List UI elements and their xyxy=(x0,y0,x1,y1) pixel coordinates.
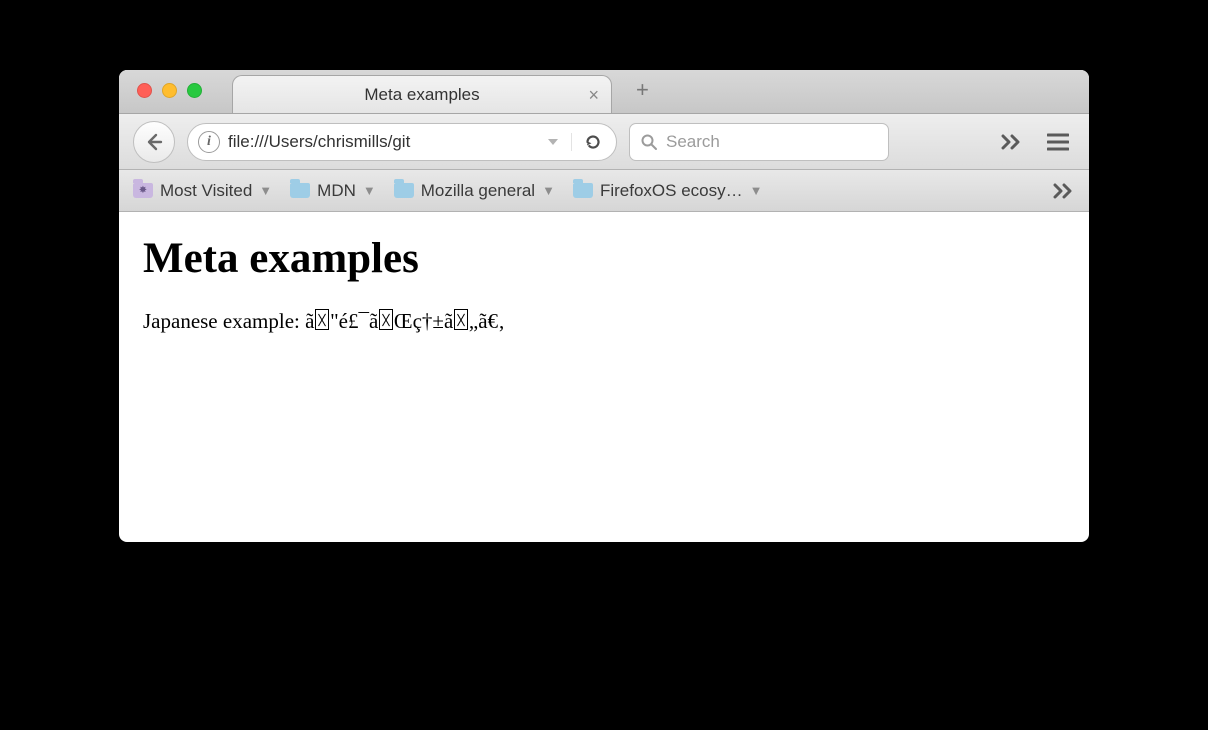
window-zoom-button[interactable] xyxy=(187,83,202,98)
body-prefix: Japanese example: xyxy=(143,309,305,333)
tab-title: Meta examples xyxy=(364,85,479,105)
chevron-down-icon: ▼ xyxy=(542,183,555,198)
tab-bar: Meta examples × + xyxy=(119,70,1089,114)
folder-icon xyxy=(290,183,310,198)
window-minimize-button[interactable] xyxy=(162,83,177,98)
back-button[interactable] xyxy=(133,121,175,163)
tofu-glyph xyxy=(454,309,468,330)
chevron-down-icon: ▼ xyxy=(750,183,763,198)
bookmark-label: MDN xyxy=(317,181,356,201)
search-icon xyxy=(640,133,658,151)
bookmark-firefoxos-ecosy[interactable]: FirefoxOS ecosy… ▼ xyxy=(573,181,763,201)
bookmarks-overflow-button[interactable] xyxy=(1053,183,1075,199)
tofu-glyph xyxy=(379,309,393,330)
tab-close-button[interactable]: × xyxy=(588,86,599,104)
chevrons-right-icon xyxy=(1053,183,1075,199)
window-controls xyxy=(137,83,202,98)
search-placeholder: Search xyxy=(666,132,720,152)
folder-icon xyxy=(394,183,414,198)
url-text: file:///Users/chrismills/git xyxy=(228,132,535,152)
chevrons-right-icon xyxy=(1001,134,1023,150)
bookmark-mdn[interactable]: MDN ▼ xyxy=(290,181,376,201)
bookmark-mozilla-general[interactable]: Mozilla general ▼ xyxy=(394,181,555,201)
address-bar[interactable]: i file:///Users/chrismills/git xyxy=(187,123,617,161)
bookmark-label: Most Visited xyxy=(160,181,252,201)
chevron-down-icon: ▼ xyxy=(259,183,272,198)
chevron-down-icon xyxy=(547,136,559,148)
page-heading: Meta examples xyxy=(143,234,1065,283)
bookmarks-bar: ✸ Most Visited ▼ MDN ▼ Mozilla general ▼… xyxy=(119,170,1089,212)
hamburger-icon xyxy=(1047,133,1069,151)
menu-button[interactable] xyxy=(1041,133,1075,151)
page-paragraph: Japanese example: ã"é£¯ãŒç†±ã„ã€‚ xyxy=(143,309,1065,334)
search-bar[interactable]: Search xyxy=(629,123,889,161)
folder-icon xyxy=(573,183,593,198)
gear-icon: ✸ xyxy=(133,183,153,198)
browser-window: Meta examples × + i file:///Users/chrism… xyxy=(119,70,1089,542)
window-close-button[interactable] xyxy=(137,83,152,98)
toolbar-overflow-button[interactable] xyxy=(995,134,1029,150)
page-content: Meta examples Japanese example: ã"é£¯ãŒç… xyxy=(119,212,1089,542)
arrow-left-icon xyxy=(144,132,164,152)
navigation-toolbar: i file:///Users/chrismills/git Search xyxy=(119,114,1089,170)
garbled-text: ã"é£¯ãŒç†±ã„ã€‚ xyxy=(305,309,505,333)
new-tab-button[interactable]: + xyxy=(636,77,649,103)
bookmark-most-visited[interactable]: ✸ Most Visited ▼ xyxy=(133,181,272,201)
reload-button[interactable] xyxy=(571,133,610,151)
reload-icon xyxy=(584,133,602,151)
browser-tab[interactable]: Meta examples × xyxy=(232,75,612,113)
bookmark-label: FirefoxOS ecosy… xyxy=(600,181,743,201)
tofu-glyph xyxy=(315,309,329,330)
site-info-icon[interactable]: i xyxy=(198,131,220,153)
folder-icon: ✸ xyxy=(133,183,153,198)
url-dropdown-button[interactable] xyxy=(543,136,563,148)
bookmark-label: Mozilla general xyxy=(421,181,535,201)
chevron-down-icon: ▼ xyxy=(363,183,376,198)
